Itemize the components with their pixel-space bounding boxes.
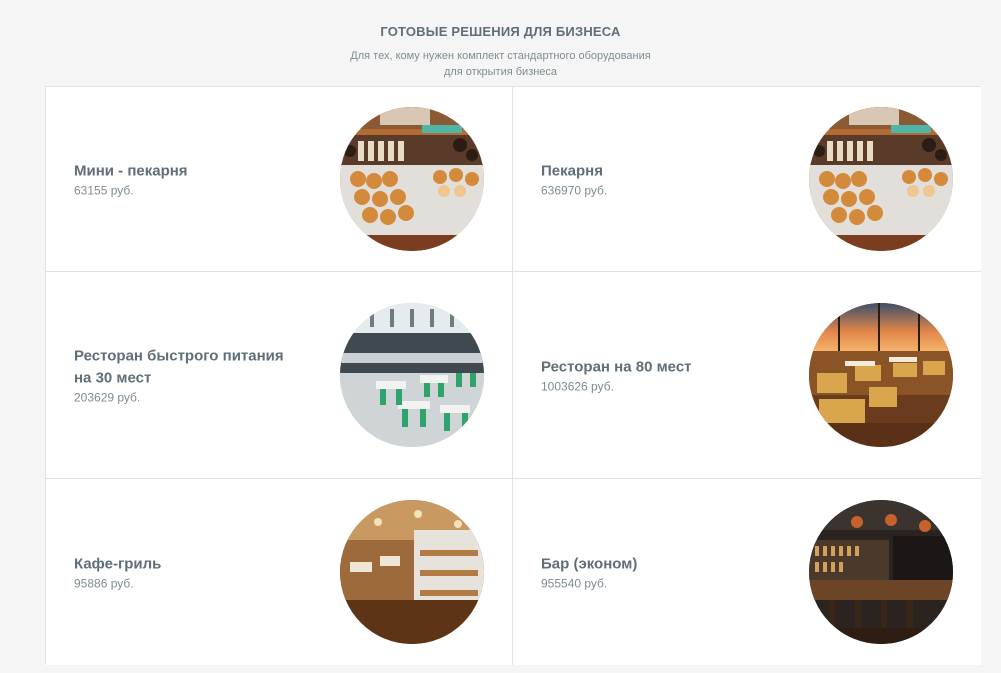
solution-price: 95886 руб. [74,576,134,591]
section-title: ГОТОВЫЕ РЕШЕНИЯ ДЛЯ БИЗНЕСА [380,24,621,39]
solution-name[interactable]: Бар (эконом) [541,554,771,576]
solutions-grid: Мини - пекарня 63155 руб. Пекарня 636970… [45,86,981,665]
subtitle-line: Для тех, кому нужен комплект стандартног… [350,50,651,62]
cafe-interior-photo[interactable] [340,500,484,644]
solution-name[interactable]: Мини - пекарня [74,161,304,183]
solution-card-mini-bakery[interactable]: Мини - пекарня 63155 руб. [46,87,513,272]
section-header: ГОТОВЫЕ РЕШЕНИЯ ДЛЯ БИЗНЕСА Для тех, ком… [0,0,1001,86]
solution-name[interactable]: Кафе-гриль [74,554,304,576]
solution-name[interactable]: Пекарня [541,161,771,183]
solution-card-bar-economy[interactable]: Бар (эконом) 955540 руб. [513,479,981,665]
solution-price: 1003626 руб. [541,379,614,394]
subtitle-line: для открытия бизнеса [443,66,558,78]
solution-card-bakery[interactable]: Пекарня 636970 руб. [513,87,981,272]
solution-price: 63155 руб. [74,183,134,198]
solution-card-cafe-grill[interactable]: Кафе-гриль 95886 руб. [46,479,513,665]
restaurant-sunset-photo[interactable] [809,303,953,447]
solution-price: 955540 руб. [541,576,608,591]
section-subtitle: Для тех, кому нужен комплект стандартног… [0,48,1001,80]
solution-name[interactable]: Ресторан на 80 мест [541,357,771,379]
solution-price: 203629 руб. [74,390,141,405]
bakery-pastries-photo[interactable] [809,107,953,251]
solution-card-fast-food[interactable]: Ресторан быстрого питания на 30 мест 203… [46,272,513,479]
solution-card-restaurant-80[interactable]: Ресторан на 80 мест 1003626 руб. [513,272,981,479]
bakery-pastries-photo[interactable] [340,107,484,251]
fast-food-hall-photo[interactable] [340,303,484,447]
bar-interior-photo[interactable] [809,500,953,644]
solution-price: 636970 руб. [541,183,608,198]
solution-name[interactable]: Ресторан быстрого питания на 30 мест [74,346,304,390]
